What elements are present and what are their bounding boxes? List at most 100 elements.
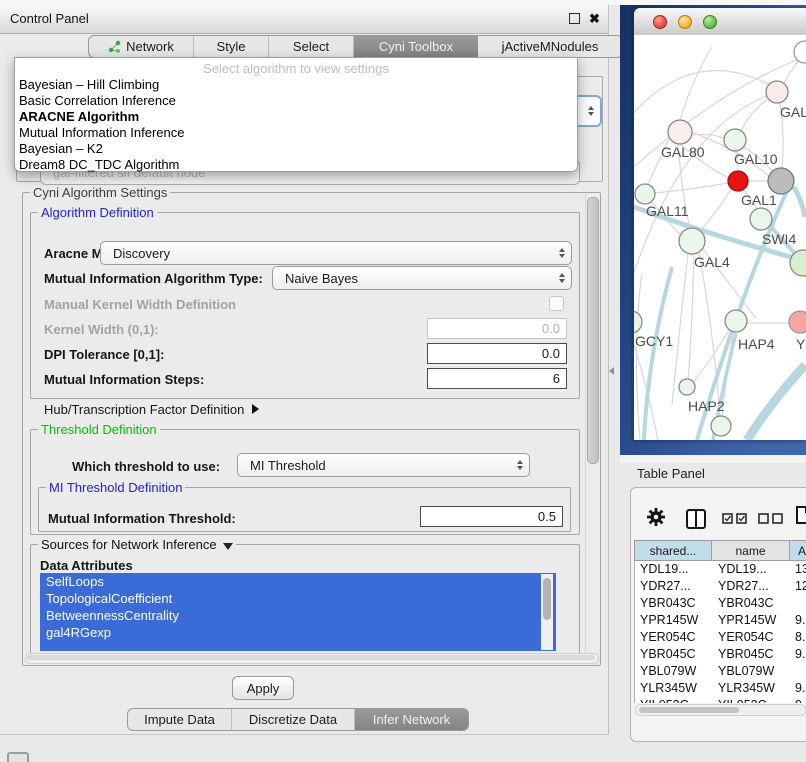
table-row[interactable]: YBR043CYBR043C: [635, 595, 806, 612]
apply-button[interactable]: Apply: [232, 676, 294, 700]
table-cell[interactable]: 9.: [791, 646, 806, 663]
network-titlebar[interactable]: [634, 8, 806, 36]
table-cell[interactable]: YLR345W: [635, 680, 713, 697]
network-node[interactable]: [679, 379, 695, 395]
table-cell[interactable]: [791, 595, 806, 612]
table-cell[interactable]: YBR043C: [713, 595, 791, 612]
list-scrollbar[interactable]: [541, 574, 553, 650]
table-row[interactable]: YPR145WYPR145W9.: [635, 612, 806, 629]
network-node[interactable]: [789, 311, 806, 333]
tab-discretize-data[interactable]: Discretize Data: [232, 709, 355, 730]
gear-icon[interactable]: [646, 507, 666, 532]
tab-cyni-toolbox[interactable]: Cyni Toolbox: [354, 36, 478, 57]
kernel-width-field[interactable]: 0.0: [427, 318, 567, 339]
float-window-icon[interactable]: [569, 13, 580, 24]
table-cell[interactable]: YDL19...: [713, 561, 791, 578]
table-cell[interactable]: YDL19...: [635, 561, 713, 578]
dropdown-item-bayesian-k2[interactable]: Bayesian – K2: [15, 141, 577, 157]
tab-network[interactable]: Network: [89, 36, 194, 57]
dropdown-item-aracne[interactable]: ARACNE Algorithm: [15, 109, 577, 125]
table-cell[interactable]: YER054C: [635, 629, 713, 646]
network-canvas[interactable]: GALGAL80GAL10GAL1GAL11SWI4GAL4GCY1HAP4YH…: [634, 35, 806, 440]
table-cell[interactable]: YLR345W: [713, 680, 791, 697]
table-cell[interactable]: 9.: [791, 697, 806, 703]
header-cell-extra[interactable]: A: [789, 540, 806, 561]
dropdown-item-basic-correlation[interactable]: Basic Correlation Inference: [15, 93, 577, 109]
network-node[interactable]: [724, 129, 746, 151]
table-row[interactable]: YBR045CYBR045C9.: [635, 646, 806, 663]
mi-steps-field[interactable]: 6: [427, 368, 567, 389]
table-cell[interactable]: YBR045C: [635, 646, 713, 663]
dpi-tolerance-field[interactable]: 0.0: [427, 343, 567, 364]
hide-columns-icon[interactable]: [758, 513, 783, 524]
tab-jactivemnodules[interactable]: jActiveMNodules: [478, 36, 622, 57]
scrollbar-thumb[interactable]: [639, 707, 739, 713]
network-node[interactable]: [725, 310, 747, 332]
table-cell[interactable]: 12: [791, 578, 806, 595]
table-cell[interactable]: 9.: [791, 680, 806, 697]
tab-infer-network[interactable]: Infer Network: [355, 709, 468, 730]
attribute-item-selfloops[interactable]: SelfLoops: [40, 573, 556, 590]
header-cell-shared-name[interactable]: shared...: [634, 540, 712, 561]
sources-group-title[interactable]: Sources for Network Inference: [38, 537, 236, 552]
table-hscrollbar[interactable]: [635, 704, 806, 716]
network-node[interactable]: [679, 228, 705, 254]
document-icon[interactable]: [795, 505, 806, 530]
table-cell[interactable]: 9.: [791, 612, 806, 629]
table-row[interactable]: YDL19...YDL19...13: [635, 561, 806, 578]
dropdown-item-mutual-information[interactable]: Mutual Information Inference: [15, 125, 577, 141]
tab-select[interactable]: Select: [269, 36, 354, 57]
tab-impute-data[interactable]: Impute Data: [128, 709, 232, 730]
table-cell[interactable]: YDR27...: [635, 578, 713, 595]
close-icon[interactable]: ✖: [589, 5, 600, 33]
scrollbar-thumb[interactable]: [543, 578, 551, 620]
table-row[interactable]: YIL052CYIL052C9.: [635, 697, 806, 703]
settings-hscrollbar[interactable]: [25, 653, 599, 664]
table-row[interactable]: YDR27...YDR27...12: [635, 578, 806, 595]
table-cell[interactable]: YBR043C: [635, 595, 713, 612]
mi-threshold-field[interactable]: 0.5: [420, 506, 563, 527]
table-cell[interactable]: YDR27...: [713, 578, 791, 595]
mi-algorithm-type-combo[interactable]: Naive Bayes: [272, 266, 572, 290]
table-cell[interactable]: YER054C: [713, 629, 791, 646]
table-cell[interactable]: [791, 663, 806, 680]
table-cell[interactable]: YIL052C: [635, 697, 713, 703]
table-cell[interactable]: 8.: [791, 629, 806, 646]
table-cell[interactable]: YBL079W: [635, 663, 713, 680]
traffic-light-minimize[interactable]: [678, 15, 692, 29]
network-node[interactable]: [634, 311, 642, 333]
network-node[interactable]: [668, 120, 692, 144]
table-cell[interactable]: YBR045C: [713, 646, 791, 663]
show-columns-icon[interactable]: [722, 513, 747, 524]
which-threshold-combo[interactable]: MI Threshold: [237, 453, 530, 477]
tab-style[interactable]: Style: [194, 36, 269, 57]
network-node[interactable]: [750, 208, 772, 230]
table-cell[interactable]: YPR145W: [635, 612, 713, 629]
network-node[interactable]: [768, 168, 794, 194]
traffic-light-zoom[interactable]: [703, 15, 717, 29]
attribute-item-betweennesscentrality[interactable]: BetweennessCentrality: [40, 607, 556, 624]
network-node[interactable]: [728, 171, 748, 191]
scrollbar-thumb[interactable]: [587, 197, 599, 464]
column-layout-icon[interactable]: [686, 509, 706, 529]
aracne-mode-combo[interactable]: Discovery: [100, 241, 572, 265]
dropdown-item-bayesian-hill-climbing[interactable]: Bayesian – Hill Climbing: [15, 77, 577, 93]
network-node[interactable]: [711, 416, 731, 436]
manual-kernel-checkbox[interactable]: [549, 296, 564, 311]
scrollbar-thumb[interactable]: [27, 655, 595, 660]
settings-scrollbar[interactable]: [585, 194, 599, 654]
network-node[interactable]: [635, 184, 655, 204]
attribute-item-gal4rgexp[interactable]: gal4RGexp: [40, 624, 556, 641]
attribute-item-topologicalcoefficient[interactable]: TopologicalCoefficient: [40, 590, 556, 607]
header-cell-name[interactable]: name: [711, 540, 790, 561]
table-cell[interactable]: YPR145W: [713, 612, 791, 629]
network-node[interactable]: [790, 250, 806, 276]
hub-definition-toggle[interactable]: Hub/Transcription Factor Definition: [44, 402, 259, 417]
table-row[interactable]: YER054CYER054C8.: [635, 629, 806, 646]
collapsed-panel-icon[interactable]: [7, 752, 29, 762]
table-cell[interactable]: YBL079W: [713, 663, 791, 680]
table-cell[interactable]: 13: [791, 561, 806, 578]
network-node[interactable]: [766, 81, 788, 103]
table-cell[interactable]: YIL052C: [713, 697, 791, 703]
dropdown-item-dream8[interactable]: Dream8 DC_TDC Algorithm: [15, 157, 577, 173]
